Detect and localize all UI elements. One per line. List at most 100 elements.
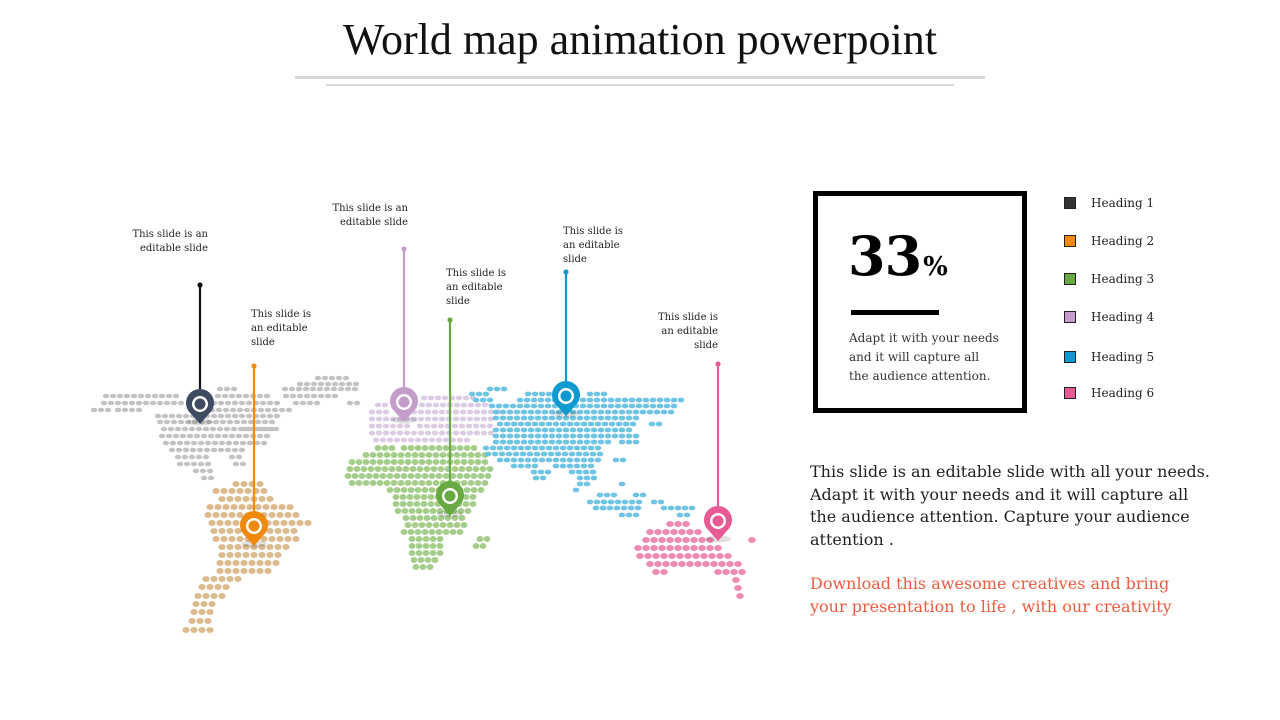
map-dot	[620, 505, 628, 511]
map-dot	[154, 413, 162, 419]
map-dot	[236, 407, 244, 413]
map-dot	[416, 423, 424, 429]
map-dot	[292, 400, 300, 406]
map-dot	[303, 381, 311, 387]
map-dot	[353, 466, 361, 472]
map-dot	[663, 397, 671, 403]
map-dot	[437, 423, 445, 429]
map-dot	[374, 445, 382, 451]
map-dot	[491, 451, 499, 457]
map-dot	[396, 430, 404, 436]
map-dot	[386, 437, 394, 443]
map-dot	[534, 415, 542, 421]
map-dot	[686, 561, 694, 567]
map-dot	[268, 536, 276, 542]
legend-item-1: Heading 1	[1064, 196, 1184, 210]
map-dot	[599, 505, 607, 511]
map-dot	[698, 537, 706, 543]
stat-card: 33% Adapt it with your needs and it will…	[813, 191, 1027, 413]
map-dot	[650, 499, 658, 505]
map-dot	[217, 447, 225, 453]
map-dot	[625, 512, 633, 518]
map-dot	[615, 421, 623, 427]
map-dot	[414, 473, 422, 479]
map-dot	[212, 512, 220, 518]
map-dot	[224, 400, 232, 406]
map-dot	[268, 426, 276, 432]
map-dot	[310, 381, 318, 387]
map-dot	[268, 512, 276, 518]
map-dot	[411, 522, 419, 528]
map-dot	[206, 584, 214, 590]
map-dot	[569, 433, 577, 439]
map-dot	[234, 496, 242, 502]
legend-swatch-6	[1064, 387, 1076, 399]
legend-item-2: Heading 2	[1064, 234, 1184, 248]
map-dot	[639, 409, 647, 415]
map-dot	[400, 473, 408, 479]
map-dot	[593, 403, 601, 409]
map-dot	[520, 409, 528, 415]
map-dot	[462, 501, 470, 507]
map-dot	[288, 386, 296, 392]
map-dot	[686, 529, 694, 535]
map-dot	[566, 457, 574, 463]
map-dot	[611, 409, 619, 415]
map-dot	[224, 568, 232, 574]
map-dot	[531, 391, 539, 397]
map-dot	[360, 466, 368, 472]
map-dot	[206, 609, 214, 615]
map-dot	[206, 627, 214, 633]
map-dot	[408, 508, 416, 514]
callout-africa: This slide is an editable slide	[446, 268, 506, 307]
map-dot	[541, 439, 549, 445]
map-dot	[476, 536, 484, 542]
map-dot	[226, 552, 234, 558]
map-dot	[456, 445, 464, 451]
map-dot	[165, 433, 173, 439]
map-dot	[418, 459, 426, 465]
map-dot	[114, 400, 122, 406]
map-dot	[393, 437, 401, 443]
map-dot	[135, 400, 143, 406]
stat-divider	[851, 310, 939, 315]
map-dot	[646, 561, 654, 567]
map-dot	[262, 504, 270, 510]
map-dot	[611, 427, 619, 433]
map-dot	[539, 475, 547, 481]
map-dot	[266, 528, 274, 534]
map-dot	[421, 529, 429, 535]
map-dot	[194, 593, 202, 599]
map-dot	[611, 433, 619, 439]
map-dot	[182, 627, 190, 633]
map-dot	[439, 452, 447, 458]
map-dot	[677, 397, 685, 403]
map-dot	[660, 553, 668, 559]
map-dot	[160, 426, 168, 432]
map-dot	[170, 419, 178, 425]
map-dot	[663, 403, 671, 409]
map-dot	[634, 545, 642, 551]
map-dot	[195, 426, 203, 432]
map-dot	[738, 569, 746, 575]
map-dot	[109, 393, 117, 399]
map-dot	[211, 440, 219, 446]
legend-item-5: Heading 5	[1064, 350, 1184, 364]
map-dot	[590, 409, 598, 415]
map-dot	[210, 447, 218, 453]
map-dot	[188, 618, 196, 624]
map-dot	[386, 487, 394, 493]
map-dot	[231, 400, 239, 406]
map-dot	[488, 403, 496, 409]
map-dot	[474, 452, 482, 458]
map-dot	[254, 504, 262, 510]
map-dot	[593, 397, 601, 403]
map-dot	[479, 397, 487, 403]
map-dot	[502, 403, 510, 409]
map-dot	[582, 469, 590, 475]
map-dot	[238, 413, 246, 419]
map-dot	[520, 427, 528, 433]
map-dot	[432, 452, 440, 458]
map-dot	[218, 593, 226, 599]
map-dot	[401, 508, 409, 514]
